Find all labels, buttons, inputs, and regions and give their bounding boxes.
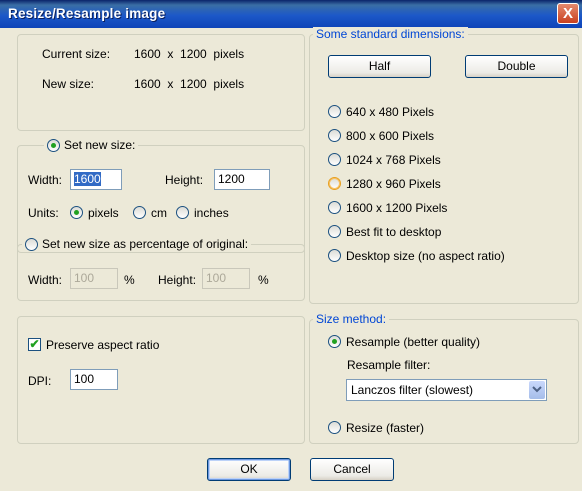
percent-width-unit: % [124, 273, 135, 287]
unit-radio-cm[interactable] [133, 206, 146, 219]
double-button-label: Double [497, 59, 536, 73]
unit-label-cm: cm [151, 206, 167, 220]
unit-label-pixels: pixels [88, 206, 119, 220]
dim-radio-1600[interactable] [328, 201, 341, 214]
window-title: Resize/Resample image [8, 6, 166, 21]
height-label: Height: [165, 173, 204, 187]
new-size-value: 1600 x 1200 pixels [134, 77, 245, 91]
dim-label-best-fit: Best fit to desktop [346, 225, 442, 239]
percent-height-unit: % [258, 273, 269, 287]
dpi-label: DPI: [28, 374, 52, 388]
resample-radio[interactable] [328, 335, 341, 348]
dim-radio-640[interactable] [328, 105, 341, 118]
dim-radio-best-fit[interactable] [328, 225, 341, 238]
resample-filter-select[interactable]: Lanczos filter (slowest) [346, 379, 547, 401]
new-size-label: New size: [42, 77, 95, 91]
percentage-legend: Set new size as percentage of original: [22, 237, 252, 251]
dim-radio-800[interactable] [328, 129, 341, 142]
resample-filter-label: Resample filter: [347, 358, 431, 372]
ok-button-label: OK [240, 462, 258, 476]
size-method-group: Size method: Resample (better quality) R… [309, 312, 579, 444]
percent-width-field[interactable]: 100 [70, 268, 118, 289]
resize-label: Resize (faster) [346, 421, 425, 435]
ok-button[interactable]: OK [207, 458, 291, 481]
unit-radio-inches[interactable] [176, 206, 189, 219]
width-label: Width: [28, 173, 63, 187]
percent-height-value: 100 [206, 271, 227, 285]
dpi-field[interactable]: 100 [70, 369, 118, 390]
dialog-window: Resize/Resample image X Current size: 16… [0, 0, 582, 491]
percent-height-field[interactable]: 100 [202, 268, 250, 289]
dim-label-640: 640 x 480 Pixels [346, 105, 435, 119]
half-button-label: Half [368, 59, 391, 73]
resize-radio[interactable] [328, 421, 341, 434]
dim-radio-1280[interactable] [328, 177, 341, 190]
cancel-button-label: Cancel [333, 462, 371, 476]
current-size-label: Current size: [42, 47, 111, 61]
close-icon: X [562, 5, 573, 22]
size-info-group: Current size: 1600 x 1200 pixels New siz… [17, 34, 305, 131]
percent-width-label: Width: [28, 273, 63, 287]
percent-width-value: 100 [74, 271, 95, 285]
standard-dimensions-legend: Some standard dimensions: [313, 27, 468, 41]
width-field[interactable]: 1600 [70, 169, 122, 190]
size-method-legend: Size method: [313, 312, 390, 326]
set-new-size-label: Set new size: [64, 138, 136, 152]
unit-radio-pixels[interactable] [70, 206, 83, 219]
current-size-value: 1600 x 1200 pixels [134, 47, 245, 61]
percentage-radio[interactable] [25, 238, 38, 251]
set-new-size-legend: Set new size: [44, 138, 139, 152]
dialog-body: Current size: 1600 x 1200 pixels New siz… [3, 27, 582, 491]
chevron-down-icon [532, 386, 542, 393]
dpi-value: 100 [74, 372, 95, 386]
dim-label-desktop: Desktop size (no aspect ratio) [346, 249, 505, 263]
dim-label-1024: 1024 x 768 Pixels [346, 153, 441, 167]
preserve-aspect-checkbox[interactable]: ✔ [28, 338, 41, 351]
set-new-size-radio[interactable] [47, 139, 60, 152]
title-bar[interactable]: Resize/Resample image X [0, 0, 582, 28]
percentage-group: Set new size as percentage of original: … [17, 237, 305, 301]
half-button[interactable]: Half [328, 55, 431, 78]
unit-label-inches: inches [194, 206, 229, 220]
dim-label-800: 800 x 600 Pixels [346, 129, 435, 143]
units-label: Units: [28, 206, 59, 220]
dim-label-1280: 1280 x 960 Pixels [346, 177, 441, 191]
close-button[interactable]: X [557, 3, 579, 24]
percentage-label: Set new size as percentage of original: [42, 237, 249, 251]
resample-label: Resample (better quality) [346, 335, 481, 349]
options-group: ✔ Preserve aspect ratio DPI: 100 [17, 316, 305, 444]
dim-radio-1024[interactable] [328, 153, 341, 166]
width-value: 1600 [74, 172, 101, 186]
dim-label-1600: 1600 x 1200 Pixels [346, 201, 448, 215]
percent-height-label: Height: [158, 273, 197, 287]
preserve-aspect-label: Preserve aspect ratio [46, 338, 160, 352]
height-value: 1200 [218, 172, 245, 186]
resample-filter-value: Lanczos filter (slowest) [351, 383, 474, 397]
cancel-button[interactable]: Cancel [310, 458, 394, 481]
dropdown-arrow-button[interactable] [529, 381, 545, 399]
double-button[interactable]: Double [465, 55, 568, 78]
dim-radio-desktop[interactable] [328, 249, 341, 262]
height-field[interactable]: 1200 [214, 169, 270, 190]
standard-dimensions-group: Some standard dimensions: Half Double 64… [309, 27, 579, 304]
